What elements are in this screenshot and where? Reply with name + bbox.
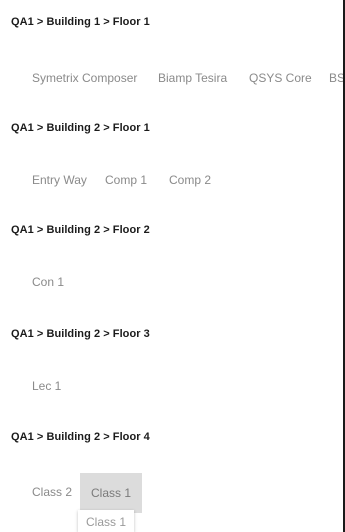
location-breadcrumb: QA1 > Building 2 > Floor 4 [11,431,150,443]
location-breadcrumb: QA1 > Building 2 > Floor 1 [11,122,150,134]
device-item-lec-1[interactable]: Lec 1 [20,366,82,406]
device-item-symetrix-composer[interactable]: Symetrix Composer [20,58,162,98]
location-breadcrumb: QA1 > Building 2 > Floor 3 [11,328,150,340]
device-item-bss[interactable]: BSS [317,58,345,98]
device-item-comp-2[interactable]: Comp 2 [157,160,229,200]
device-item-con-1[interactable]: Con 1 [20,262,82,302]
drag-ghost-label: Class 1 [85,515,126,529]
location-breadcrumb: QA1 > Building 1 > Floor 1 [11,16,150,28]
drag-ghost-preview: Class 1 [78,510,134,532]
device-item-entry-way[interactable]: Entry Way [20,160,102,200]
device-item-qsys-core[interactable]: QSYS Core [237,58,329,98]
room-browser-panel: QA1 > Building 1 > Floor 1 Symetrix Comp… [0,0,345,532]
location-breadcrumb: QA1 > Building 2 > Floor 2 [11,224,150,236]
device-item-comp-1[interactable]: Comp 1 [93,160,163,200]
device-item-class-1-selected[interactable]: Class 1 [80,473,142,513]
